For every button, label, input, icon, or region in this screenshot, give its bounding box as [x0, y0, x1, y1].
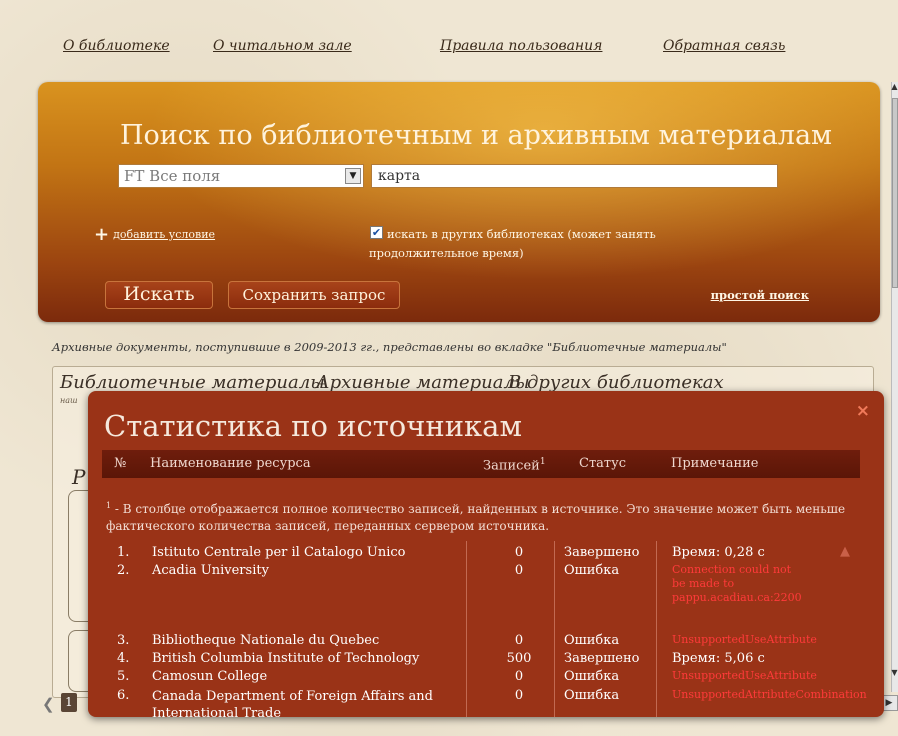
row-status: Ошибка — [564, 669, 620, 684]
query-input[interactable] — [371, 164, 778, 188]
row-num: 2. — [117, 563, 130, 578]
search-button[interactable]: Искать — [105, 281, 213, 309]
col-num: № — [114, 456, 127, 471]
row-num: 1. — [117, 545, 130, 560]
row-name: Camosun College — [152, 669, 268, 684]
row-count: 0 — [514, 545, 524, 560]
row-count: 0 — [514, 563, 524, 578]
add-condition-label: добавить условие — [113, 228, 216, 241]
stats-table-header: № Наименование ресурса Записей1 Статус П… — [102, 450, 860, 478]
nav-feedback[interactable]: Обратная связь — [663, 38, 785, 54]
row-note-error: UnsupportedUseAttribute — [672, 669, 817, 682]
table-row: 6. Canada Department of Foreign Affairs … — [102, 686, 867, 717]
table-row: 2. Acadia University 0 Ошибка Connection… — [102, 561, 860, 621]
row-name: Canada Department of Foreign Affairs and… — [152, 689, 433, 717]
scroll-up-icon[interactable]: ▲ — [891, 82, 898, 96]
col-note: Примечание — [671, 456, 759, 471]
nav-about-library[interactable]: О библиотеке — [63, 38, 170, 54]
tab-other-libraries[interactable]: В других библиотеках — [508, 372, 724, 393]
row-status: Ошибка — [564, 563, 620, 578]
simple-search-link[interactable]: простой поиск — [711, 288, 809, 302]
row-num: 6. — [117, 688, 130, 703]
scrollbar-thumb[interactable] — [892, 98, 898, 288]
col-count-sup: 1 — [539, 457, 546, 467]
col-name: Наименование ресурса — [150, 456, 311, 471]
row-name: Bibliotheque Nationale du Quebec — [152, 633, 380, 648]
nav-rules[interactable]: Правила пользования — [440, 38, 602, 54]
add-condition-link[interactable]: + добавить условие — [94, 224, 215, 245]
plus-icon: + — [94, 224, 110, 245]
row-status: Завершено — [564, 545, 640, 560]
pager-prev-icon[interactable]: ❮ — [42, 695, 55, 713]
row-note: Время: 0,28 с — [672, 545, 765, 560]
col-status: Статус — [579, 456, 627, 471]
row-num: 3. — [117, 633, 130, 648]
save-query-button[interactable]: Сохранить запрос — [228, 281, 400, 309]
row-name: Istituto Centrale per il Catalogo Unico — [152, 545, 406, 560]
row-note-error: Connection could not be made to pappu.ac… — [672, 563, 802, 604]
chevron-down-icon[interactable]: ▼ — [345, 168, 361, 184]
tab-subtitle: наш — [60, 396, 78, 405]
row-name: Acadia University — [152, 563, 269, 578]
col-count: Записей1 — [483, 457, 546, 473]
row-count: 0 — [514, 688, 524, 703]
row-status: Ошибка — [564, 633, 620, 648]
row-note: Время: 5,06 с — [672, 651, 765, 666]
source-stats-modal: Статистика по источникам × № Наименовани… — [88, 391, 884, 717]
footnote-text: - В столбце отображается полное количест… — [106, 502, 846, 533]
pager-page-button[interactable]: 1 — [61, 693, 77, 712]
row-count: 0 — [514, 633, 524, 648]
other-libraries-checkbox[interactable]: ✔ — [370, 226, 383, 239]
scroll-down-icon[interactable]: ▼ — [891, 668, 898, 682]
row-status: Завершено — [564, 651, 640, 666]
row-note-error: UnsupportedAttributeCombination — [672, 688, 867, 701]
tab-archive-materials[interactable]: Архивные материалы — [316, 372, 530, 393]
other-libraries-label: искать в других библиотеках (может занят… — [369, 227, 656, 260]
row-status: Ошибка — [564, 688, 620, 703]
search-title: Поиск по библиотечным и архивным материа… — [120, 120, 833, 151]
row-name: British Columbia Institute of Technology — [152, 651, 420, 666]
table-footnote: 1 - В столбце отображается полное количе… — [106, 497, 856, 535]
table-row: 4. British Columbia Institute of Technol… — [102, 649, 860, 669]
row-count: 500 — [506, 651, 532, 666]
table-row: 5. Camosun College 0 Ошибка UnsupportedU… — [102, 667, 860, 687]
row-num: 5. — [117, 669, 130, 684]
row-count: 0 — [514, 669, 524, 684]
nav-about-reading-room[interactable]: О читальном зале — [213, 38, 352, 54]
table-row: 3. Bibliotheque Nationale du Quebec 0 Ош… — [102, 631, 860, 651]
search-panel: Поиск по библиотечным и архивным материа… — [38, 82, 880, 322]
row-num: 4. — [117, 651, 130, 666]
modal-title: Статистика по источникам — [104, 409, 523, 443]
table-row: 1. Istituto Centrale per il Catalogo Uni… — [102, 543, 860, 563]
field-select[interactable]: FT Все поля ▼ — [118, 164, 364, 188]
row-note-error: UnsupportedUseAttribute — [672, 633, 817, 646]
field-select-value: FT Все поля — [124, 167, 221, 185]
tab-library-materials[interactable]: Библиотечные материалы — [60, 372, 325, 393]
col-count-label: Записей — [483, 458, 540, 474]
results-heading: Р — [72, 465, 86, 489]
close-icon[interactable]: × — [856, 401, 870, 421]
archive-notice: Архивные документы, поступившие в 2009-2… — [52, 340, 727, 354]
